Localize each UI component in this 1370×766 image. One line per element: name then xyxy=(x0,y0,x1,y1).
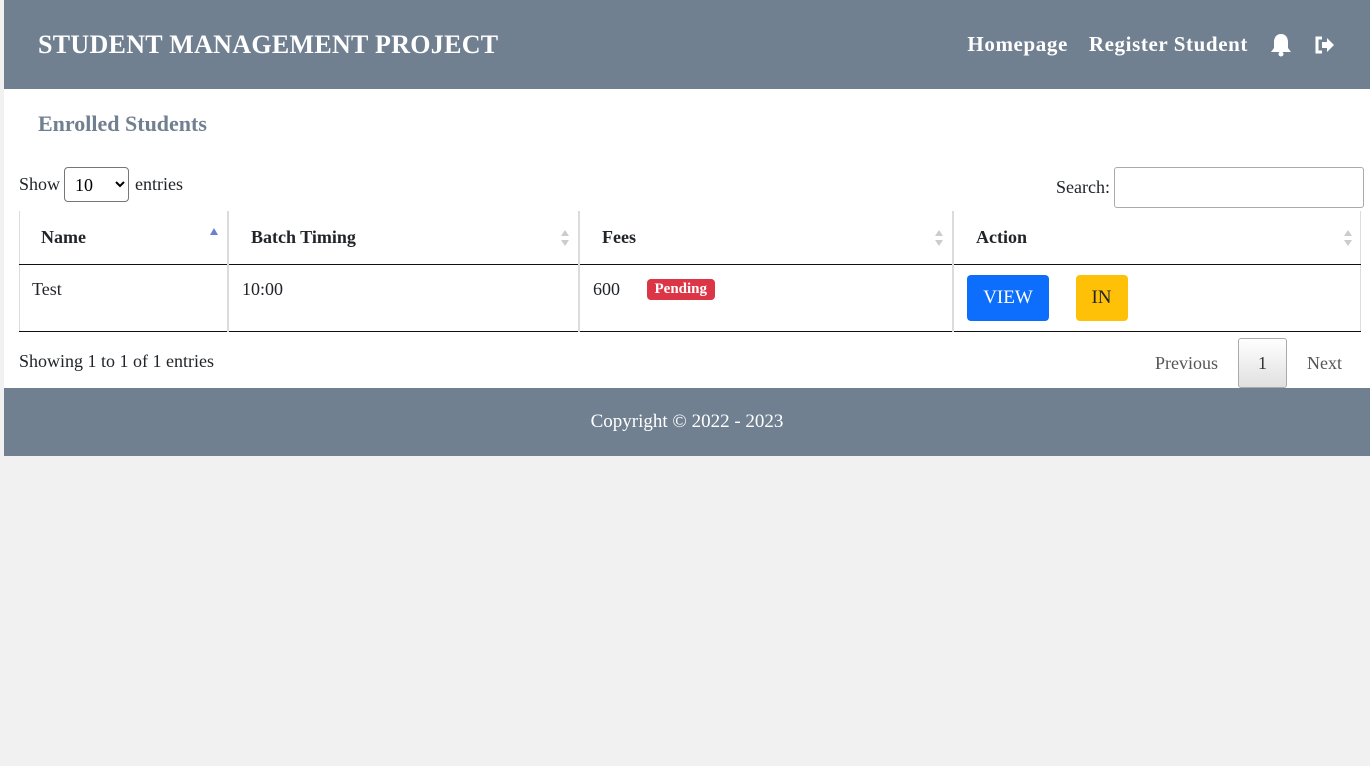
column-label: Name xyxy=(41,226,86,247)
view-button[interactable]: VIEW xyxy=(967,274,1049,321)
search-input[interactable] xyxy=(1114,167,1364,208)
sort-both-icon xyxy=(1344,230,1352,246)
column-header-batch-timing[interactable]: Batch Timing xyxy=(228,211,580,265)
sort-both-icon xyxy=(935,230,943,246)
fees-value: 600 xyxy=(593,278,620,299)
in-button[interactable]: IN xyxy=(1075,274,1128,321)
next-page-button[interactable]: Next xyxy=(1287,353,1362,374)
sort-asc-icon xyxy=(210,228,218,235)
entries-length-control: Show 10 entries xyxy=(19,167,183,202)
page-title: Enrolled Students xyxy=(38,111,207,136)
navbar: STUDENT MANAGEMENT PROJECT Homepage Regi… xyxy=(4,0,1370,89)
footer: Copyright © 2022 - 2023 xyxy=(4,388,1370,456)
table-header-row: Name Batch Timing Fees Action xyxy=(19,211,1361,265)
previous-page-button[interactable]: Previous xyxy=(1135,353,1238,374)
table-info: Showing 1 to 1 of 1 entries xyxy=(19,351,214,371)
entries-select[interactable]: 10 xyxy=(64,167,130,202)
nav-links: Homepage Register Student xyxy=(946,32,1336,57)
cell-action: VIEW IN xyxy=(953,264,1361,331)
pagination: Previous 1 Next xyxy=(1135,338,1362,388)
cell-name: Test xyxy=(19,264,229,331)
nav-homepage-link[interactable]: Homepage xyxy=(967,32,1067,57)
column-label: Batch Timing xyxy=(251,226,356,247)
copyright-text: Copyright © 2022 - 2023 xyxy=(590,411,784,432)
entries-label: entries xyxy=(135,174,183,194)
nav-register-student-link[interactable]: Register Student xyxy=(1089,32,1248,57)
main-content: Enrolled Students Show 10 entries Search… xyxy=(4,89,1370,388)
students-table: Name Batch Timing Fees Action Test 10:00… xyxy=(19,211,1361,332)
table-row: Test 10:00 600 Pending VIEW IN xyxy=(19,264,1361,331)
column-header-action[interactable]: Action xyxy=(953,211,1361,265)
page: STUDENT MANAGEMENT PROJECT Homepage Regi… xyxy=(4,0,1370,456)
column-header-fees[interactable]: Fees xyxy=(579,211,954,265)
column-label: Action xyxy=(976,226,1027,247)
bell-icon[interactable] xyxy=(1270,33,1292,57)
search-control: Search: xyxy=(1056,167,1364,208)
page-1-button[interactable]: 1 xyxy=(1238,338,1287,388)
show-label: Show xyxy=(19,174,61,194)
sort-both-icon xyxy=(561,230,569,246)
column-header-name[interactable]: Name xyxy=(19,211,229,265)
search-label: Search: xyxy=(1056,177,1110,197)
cell-batch-timing: 10:00 xyxy=(228,264,580,331)
status-badge: Pending xyxy=(646,278,716,300)
sign-out-icon[interactable] xyxy=(1314,35,1336,55)
cell-fees: 600 Pending xyxy=(579,264,954,331)
column-label: Fees xyxy=(602,226,636,247)
brand-title[interactable]: STUDENT MANAGEMENT PROJECT xyxy=(38,30,498,60)
